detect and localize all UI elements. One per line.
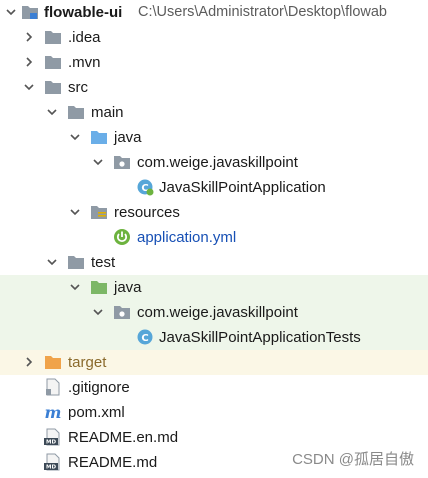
tree-item-label: main — [91, 104, 124, 121]
chevron-down-icon[interactable] — [4, 5, 18, 19]
excluded-folder-icon — [43, 353, 63, 371]
module-folder-icon — [20, 3, 40, 21]
tree-row-target[interactable]: target — [0, 350, 428, 375]
source-folder-icon — [89, 128, 109, 146]
project-name: flowable-ui — [44, 4, 123, 21]
folder-icon — [43, 28, 63, 46]
tree-item-label: com.weige.javaskillpoint — [137, 154, 298, 171]
tree-row-main-java[interactable]: java — [0, 125, 428, 150]
chevron-down-icon[interactable] — [68, 280, 82, 294]
tree-row-src[interactable]: src — [0, 75, 428, 100]
tree-item-label: resources — [114, 204, 180, 221]
spring-config-icon — [112, 228, 132, 246]
package-icon — [112, 303, 132, 321]
svg-text:MD: MD — [46, 440, 56, 446]
tree-row-gitignore[interactable]: .gitignore — [0, 375, 428, 400]
tree-row-pom[interactable]: m pom.xml — [0, 400, 428, 425]
chevron-right-icon[interactable] — [22, 355, 36, 369]
watermark: CSDN @孤居自傲 — [292, 451, 414, 468]
test-folder-icon — [89, 278, 109, 296]
folder-icon — [43, 78, 63, 96]
tree-item-label: src — [68, 79, 88, 96]
tree-item-label: java — [114, 129, 142, 146]
tree-item-label: application.yml — [137, 229, 237, 246]
tree-item-label: JavaSkillPointApplication — [159, 179, 326, 196]
tree-item-label: README.md — [68, 454, 158, 471]
project-path: C:\Users\Administrator\Desktop\flowab — [138, 4, 387, 20]
tree-item-label: .mvn — [68, 54, 101, 71]
tree-row-test-package[interactable]: com.weige.javaskillpoint — [0, 300, 428, 325]
svg-text:m: m — [45, 404, 62, 420]
tree-item-label: target — [68, 354, 107, 371]
tree-item-label: test — [91, 254, 116, 271]
resources-folder-icon — [89, 203, 109, 221]
package-icon — [112, 153, 132, 171]
tree-row-mvn[interactable]: .mvn — [0, 50, 428, 75]
chevron-down-icon[interactable] — [91, 155, 105, 169]
chevron-down-icon[interactable] — [68, 130, 82, 144]
tree-item-label: README.en.md — [68, 429, 179, 446]
tree-row-main-class[interactable]: C JavaSkillPointApplication — [0, 175, 428, 200]
tree-item-label: com.weige.javaskillpoint — [137, 304, 298, 321]
tree-row-test-class[interactable]: C JavaSkillPointApplicationTests — [0, 325, 428, 350]
tree-row-readme-en[interactable]: MD README.en.md — [0, 425, 428, 450]
chevron-down-icon[interactable] — [45, 105, 59, 119]
chevron-down-icon[interactable] — [91, 305, 105, 319]
markdown-file-icon: MD — [43, 428, 63, 446]
text-file-icon — [43, 378, 63, 396]
folder-icon — [43, 53, 63, 71]
chevron-down-icon[interactable] — [45, 255, 59, 269]
svg-text:C: C — [141, 333, 148, 344]
maven-icon: m — [43, 403, 63, 421]
markdown-file-icon: MD — [43, 453, 63, 471]
tree-item-label: .idea — [68, 29, 101, 46]
tree-item-label: pom.xml — [68, 404, 125, 421]
tree-row-test[interactable]: test — [0, 250, 428, 275]
chevron-down-icon[interactable] — [22, 80, 36, 94]
folder-icon — [66, 103, 86, 121]
chevron-right-icon[interactable] — [22, 30, 36, 44]
tree-row-project[interactable]: flowable-ui C:\Users\Administrator\Deskt… — [0, 0, 428, 25]
tree-row-main[interactable]: main — [0, 100, 428, 125]
folder-icon — [66, 253, 86, 271]
chevron-down-icon[interactable] — [68, 205, 82, 219]
svg-text:MD: MD — [46, 465, 56, 471]
tree-row-main-package[interactable]: com.weige.javaskillpoint — [0, 150, 428, 175]
test-class-icon: C — [135, 328, 155, 346]
tree-row-resources[interactable]: resources — [0, 200, 428, 225]
tree-item-label: java — [114, 279, 142, 296]
tree-item-label: JavaSkillPointApplicationTests — [159, 329, 361, 346]
tree-row-idea[interactable]: .idea — [0, 25, 428, 50]
chevron-right-icon[interactable] — [22, 55, 36, 69]
tree-item-label: .gitignore — [68, 379, 130, 396]
tree-row-test-java[interactable]: java — [0, 275, 428, 300]
spring-boot-class-icon: C — [135, 178, 155, 196]
tree-row-application-yml[interactable]: application.yml — [0, 225, 428, 250]
